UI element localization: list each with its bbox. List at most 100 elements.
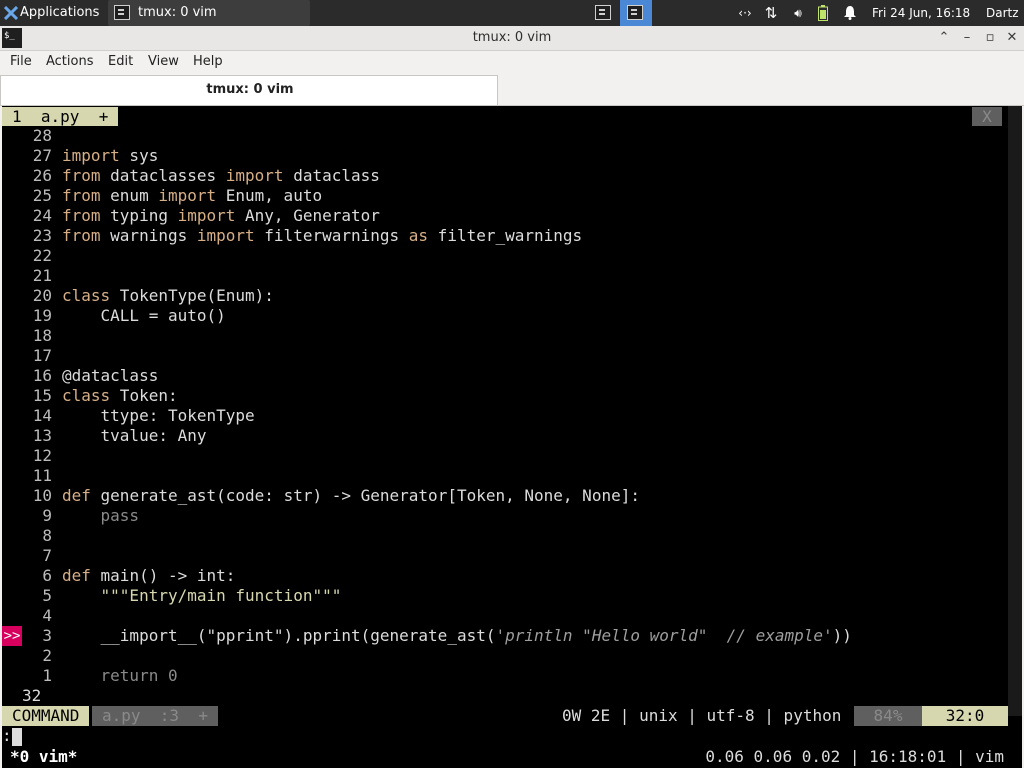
code-line[interactable]: 8 — [2, 526, 62, 546]
code-text: filterwarnings — [254, 226, 409, 245]
code-text: sys — [119, 146, 159, 165]
xfce-logo-icon[interactable] — [4, 6, 18, 20]
window-titlebar[interactable]: tmux: 0 vim ⌃ – ▫ ✕ — [0, 26, 1024, 51]
code-line[interactable]: 28 — [2, 126, 62, 146]
terminal-tab[interactable]: tmux: 0 vim — [0, 75, 498, 105]
notification-bell-icon[interactable] — [840, 0, 860, 26]
taskbar-item-label: tmux: 0 vim — [138, 5, 217, 20]
user-menu[interactable]: Dartz — [986, 0, 1019, 26]
code-line[interactable]: 5 """Entry/main function""" — [2, 586, 341, 606]
code-line[interactable]: 20 class TokenType(Enum): — [2, 286, 274, 306]
code-line[interactable]: 25 from enum import Enum, auto — [2, 186, 322, 206]
volume-icon[interactable]: 🔊︎ — [787, 0, 809, 26]
code-text: dataclasses — [100, 166, 226, 185]
code-text: generate_ast(code: str) -> Generator[Tok… — [90, 486, 640, 505]
menu-actions[interactable]: Actions — [46, 51, 94, 73]
code-line[interactable]: 2 — [2, 646, 62, 666]
code-text: typing — [100, 206, 178, 225]
vim-tab-close-button[interactable]: X — [972, 107, 1002, 126]
code-text: Enum, auto — [216, 186, 323, 205]
line-number: 1 — [42, 666, 52, 685]
code-text: )) — [832, 626, 852, 645]
error-sign-marker: >> — [2, 626, 22, 646]
line-number: 15 — [32, 386, 52, 405]
code-line[interactable]: 27 import sys — [2, 146, 159, 166]
line-number: 26 — [32, 166, 52, 185]
applications-menu[interactable]: Applications — [20, 0, 99, 26]
code-line[interactable]: 10 def generate_ast(code: str) -> Generat… — [2, 486, 640, 506]
terminal-tab-label: tmux: 0 vim — [206, 82, 294, 97]
battery-icon[interactable] — [814, 0, 832, 26]
menu-edit[interactable]: Edit — [108, 51, 133, 73]
line-number: 10 — [32, 486, 52, 505]
workspace-1-button[interactable] — [588, 0, 618, 26]
tmux-status-bar: *0 vim* 0.06 0.06 0.02 | 16:18:01 | vim — [2, 746, 1022, 768]
code-line[interactable]: 16 @dataclass — [2, 366, 159, 386]
code-text: ttype: TokenType — [62, 406, 255, 425]
menu-help[interactable]: Help — [193, 51, 223, 73]
code-line[interactable]: 1 return 0 — [2, 666, 177, 686]
code-line[interactable]: 18 — [2, 326, 62, 346]
code-line[interactable]: 32 — [2, 686, 62, 706]
code-line[interactable]: 23 from warnings import filterwarnings as… — [2, 226, 582, 246]
code-line[interactable]: 12 — [2, 446, 62, 466]
line-number: 20 — [32, 286, 52, 305]
code-line[interactable]: 11 — [2, 466, 62, 486]
code-text: filter_warnings — [428, 226, 583, 245]
line-number: 21 — [32, 266, 52, 285]
vim-tab[interactable]: 1 a.py + — [2, 107, 119, 126]
transfer-arrows-icon[interactable]: ⇅ — [760, 0, 782, 26]
network-icon[interactable]: ‹·› — [734, 0, 756, 26]
status-file: a.py :3 + — [92, 706, 218, 726]
code-keyword: def — [62, 566, 91, 585]
menu-view[interactable]: View — [148, 51, 179, 73]
code-line[interactable]: 6 def main() -> int: — [2, 566, 235, 586]
line-number: 7 — [42, 546, 52, 565]
top-panel: Applications tmux: 0 vim ‹·› ⇅ 🔊︎ Fri 24… — [0, 0, 1024, 26]
code-line[interactable]: 24 from typing import Any, Generator — [2, 206, 380, 226]
code-line[interactable]: 7 — [2, 546, 62, 566]
terminal-view[interactable]: 1 a.py + X 28 27 import sys 26 from dataclas… — [2, 106, 1022, 768]
line-number: 25 — [32, 186, 52, 205]
code-text: main() -> int: — [90, 566, 236, 585]
window-maximize-button[interactable]: ▫ — [979, 26, 1001, 50]
code-line[interactable]: 17 — [2, 346, 62, 366]
vim-command-line[interactable]: : — [2, 726, 12, 746]
status-mode: COMMAND — [2, 706, 90, 726]
terminal-icon — [595, 5, 611, 20]
code-line[interactable]: 19 CALL = auto() — [2, 306, 226, 326]
code-line[interactable]: 9 pass — [2, 506, 139, 526]
line-number: 28 — [32, 126, 52, 145]
window-close-button[interactable]: ✕ — [1001, 26, 1023, 50]
clock[interactable]: Fri 24 Jun, 16:18 — [872, 0, 970, 26]
code-keyword: import — [177, 206, 236, 225]
code-line[interactable]: 14 ttype: TokenType — [2, 406, 255, 426]
code-text: TokenType(Enum): — [110, 286, 274, 305]
code-text: 'println "Hello world" // example' — [495, 626, 833, 645]
code-line[interactable]: >> 3 __import__("pprint").pprint(generate… — [2, 626, 852, 646]
tmux-window-indicator[interactable]: *0 vim* — [10, 746, 77, 768]
code-line[interactable]: 4 — [2, 606, 62, 626]
workspace-2-button[interactable] — [620, 0, 652, 26]
window-shade-button[interactable]: ⌃ — [933, 26, 955, 50]
code-text: __import__("pprint").pprint(generate_ast… — [62, 626, 496, 645]
code-keyword: import — [62, 146, 120, 165]
code-line[interactable]: 26 from dataclasses import dataclass — [2, 166, 380, 186]
menu-file[interactable]: File — [10, 51, 32, 73]
line-number: 11 — [32, 466, 52, 485]
code-text: Token: — [110, 386, 178, 405]
code-keyword: def — [62, 486, 91, 505]
code-line[interactable]: 15 class Token: — [2, 386, 178, 406]
code-keyword: import — [225, 166, 284, 185]
window-minimize-button[interactable]: – — [956, 26, 978, 50]
taskbar-item-tmux[interactable]: tmux: 0 vim — [108, 0, 310, 26]
status-position: 32:0 — [922, 706, 1008, 726]
code-line[interactable]: 21 — [2, 266, 62, 286]
code-text: CALL = auto() — [62, 306, 226, 325]
code-line[interactable]: 13 tvalue: Any — [2, 426, 207, 446]
line-number: 18 — [32, 326, 52, 345]
scrollbar[interactable] — [1008, 106, 1022, 716]
code-text: pass — [62, 506, 140, 525]
line-number: 24 — [32, 206, 52, 225]
code-line[interactable]: 22 — [2, 246, 62, 266]
